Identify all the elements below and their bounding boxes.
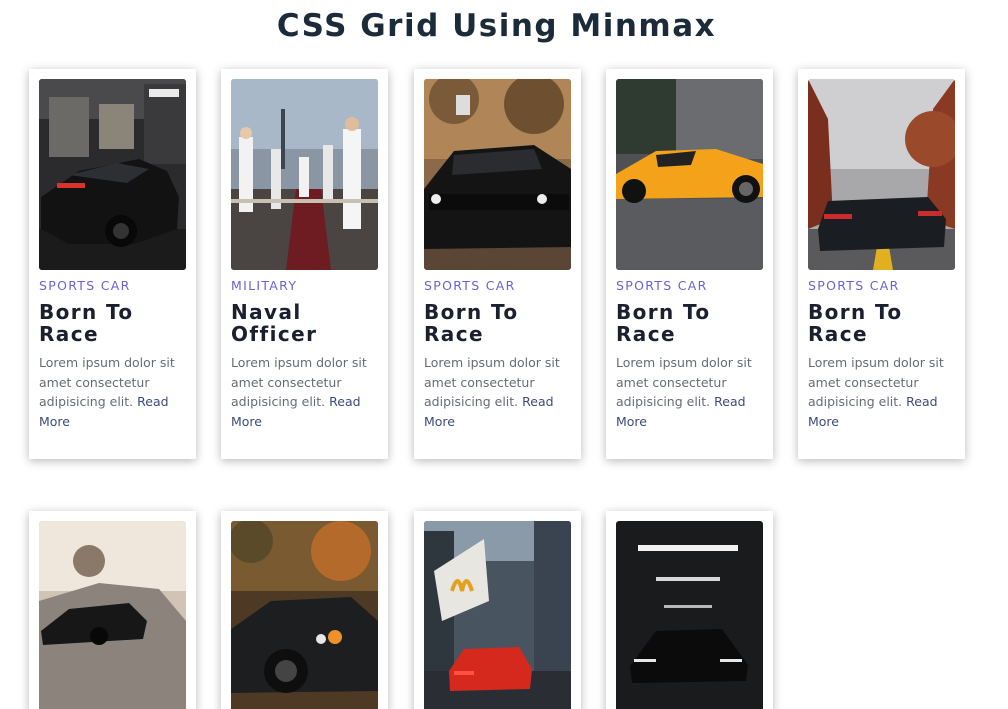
card-description: Lorem ipsum dolor sit amet consectetur a… (616, 353, 766, 431)
page-title: CSS Grid Using Minmax (276, 8, 717, 44)
card-row2-3 (414, 511, 581, 709)
card-row2-4 (606, 511, 773, 709)
card-title: Born To Race (616, 300, 711, 346)
card-image (808, 79, 955, 270)
card-born-to-race-3: SPORTS CAR Born To Race Lorem ipsum dolo… (606, 69, 773, 459)
card-born-to-race-1: SPORTS CAR Born To Race Lorem ipsum dolo… (29, 69, 196, 459)
card-title: Naval Officer (231, 300, 318, 346)
card-category: SPORTS CAR (39, 278, 131, 293)
card-category: SPORTS CAR (616, 278, 708, 293)
card-image (424, 521, 571, 709)
card-image (231, 521, 378, 709)
card-naval-officer: MILITARY Naval Officer Lorem ipsum dolor… (221, 69, 388, 459)
card-category: MILITARY (231, 278, 298, 293)
card-image (231, 79, 378, 270)
card-category: SPORTS CAR (808, 278, 900, 293)
card-description: Lorem ipsum dolor sit amet consectetur a… (808, 353, 958, 431)
card-description: Lorem ipsum dolor sit amet consectetur a… (231, 353, 381, 431)
card-row2-1 (29, 511, 196, 709)
card-image (616, 79, 763, 270)
card-title: Born To Race (424, 300, 519, 346)
card-category: SPORTS CAR (424, 278, 516, 293)
card-title: Born To Race (808, 300, 903, 346)
card-title: Born To Race (39, 300, 134, 346)
card-image (39, 79, 186, 270)
card-image (616, 521, 763, 709)
card-born-to-race-4: SPORTS CAR Born To Race Lorem ipsum dolo… (798, 69, 965, 459)
card-description: Lorem ipsum dolor sit amet consectetur a… (424, 353, 574, 431)
card-description: Lorem ipsum dolor sit amet consectetur a… (39, 353, 189, 431)
card-born-to-race-2: SPORTS CAR Born To Race Lorem ipsum dolo… (414, 69, 581, 459)
card-row2-2 (221, 511, 388, 709)
card-image (39, 521, 186, 709)
card-image (424, 79, 571, 270)
